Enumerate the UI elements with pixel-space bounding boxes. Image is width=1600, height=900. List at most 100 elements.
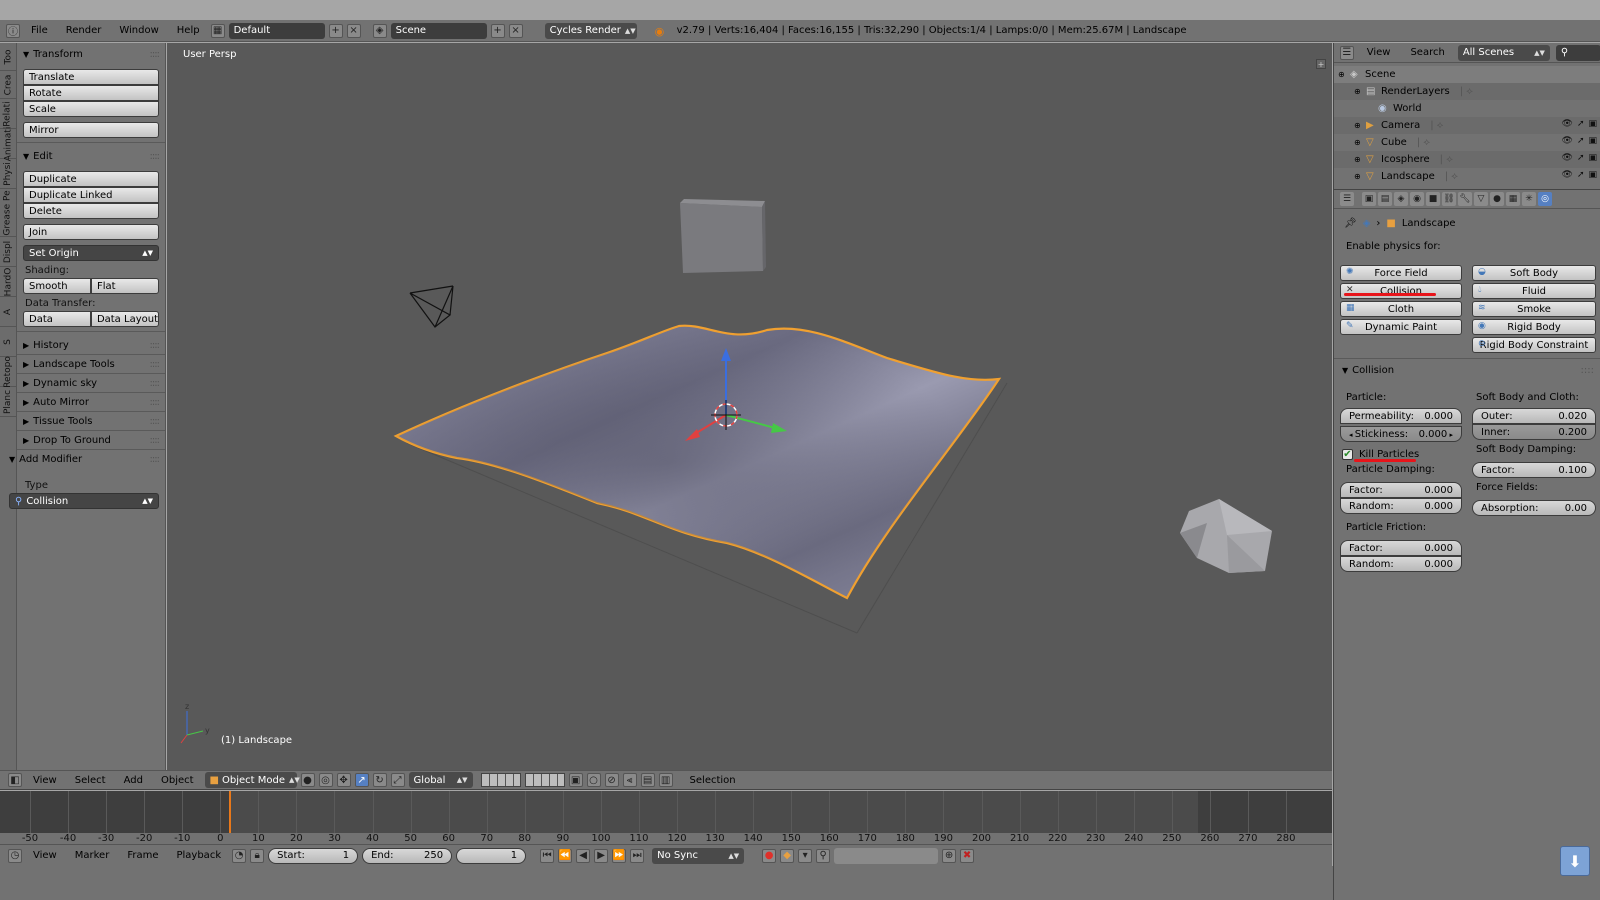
texture-icon[interactable]: ▦ [1506,192,1520,206]
scale-button[interactable]: Scale [23,101,159,117]
menu-help[interactable]: Help [170,25,207,36]
render-layers-icon[interactable]: ▤ [1378,192,1392,206]
keying-set-icon[interactable]: ◆ [780,848,795,863]
drag-grip-icon[interactable]: :::: [150,454,161,465]
layer-buttons-2[interactable] [524,773,565,787]
tool-tab[interactable]: Physi [0,159,16,189]
layer-buttons[interactable] [480,773,521,787]
proportional-edit-icon[interactable]: ○ [586,773,601,787]
tool-tab[interactable]: A [0,297,16,327]
transform-orientation-dropdown[interactable]: Global ▲▼ [408,772,473,788]
editor-type-icon[interactable]: ☰ [1340,192,1354,206]
menu-playback[interactable]: Playback [169,850,228,861]
modifier-type-dropdown[interactable]: ⚲ Collision ▲▼ [9,493,159,509]
sync-dropdown[interactable]: No Sync ▲▼ [652,847,745,864]
menu-marker[interactable]: Marker [68,850,117,861]
constraints-icon[interactable]: ⛓ [1442,192,1456,206]
pin-icon[interactable]: 📌︎ [1344,218,1357,229]
download-arrow-icon[interactable]: ⬇ [1560,846,1590,876]
menu-window[interactable]: Window [112,25,165,36]
panel-header-collapsed[interactable]: ▶ Dynamic sky:::: [17,374,165,393]
tool-tab[interactable]: Crea [0,71,16,99]
pivot-point-icon[interactable]: ◎ [318,773,333,787]
edit-panel-header[interactable]: ▼ Edit :::: [23,147,161,165]
layout-close-icon[interactable]: × [346,23,361,38]
play-reverse-icon[interactable]: ◀ [576,848,591,863]
outliner-menu-view[interactable]: View [1360,47,1398,58]
set-origin-dropdown[interactable]: Set Origin ▲▼ [23,245,159,261]
scene-field[interactable]: Scene [390,22,487,39]
visibility-eye-icon[interactable]: 👁︎ [1562,119,1573,129]
duplicate-linked-button[interactable]: Duplicate Linked [23,187,159,203]
menu-view[interactable]: View [26,775,64,786]
outer-field[interactable]: Outer: 0.020 [1472,408,1596,424]
transform-panel-header[interactable]: ▼ Transform :::: [23,45,160,63]
particle-friction-factor-field[interactable]: Factor: 0.000 [1340,540,1462,556]
outliner-row-camera[interactable]: ⊕ ▶ Camera | ⟡ 👁︎ ➚ ▣ [1334,117,1600,134]
expand-toggle-icon[interactable]: ⊕ [1354,87,1366,96]
smoke-button[interactable]: ≋ Smoke [1472,301,1596,317]
visibility-eye-icon[interactable]: 👁︎ [1562,153,1573,163]
camera-object[interactable] [409,285,454,328]
jump-keyframe-forward-icon[interactable]: ⏩ [612,848,627,863]
lock-layers-icon[interactable]: ▣ [568,773,583,787]
tool-tab[interactable]: Grease Pe [0,189,16,237]
start-frame-field[interactable]: Start: 1 [268,847,359,864]
fluid-button[interactable]: 💧︎ Fluid [1472,283,1596,299]
translate-button[interactable]: Translate [23,69,159,85]
end-frame-field[interactable]: End: 250 [362,847,453,864]
insert-keyframe-icon[interactable]: ⊕ [942,848,957,863]
menu-render[interactable]: Render [59,25,109,36]
increment-arrow-icon[interactable]: ▸ [1447,431,1453,439]
outliner-editor-icon[interactable]: ☰ [1340,45,1354,60]
particle-damping-random-field[interactable]: Random: 0.000 [1340,498,1462,514]
flat-button[interactable]: Flat [91,278,159,294]
scene-close-icon[interactable]: × [508,23,523,38]
object-icon[interactable]: ■ [1426,192,1440,206]
lock-frame-icon[interactable]: 🔒︎ [250,848,265,863]
menu-file[interactable]: File [24,25,55,36]
data-icon[interactable]: ▽ [1474,192,1488,206]
drag-grip-icon[interactable]: :::: [150,359,161,370]
visibility-eye-icon[interactable]: 👁︎ [1562,136,1573,146]
expand-toggle-icon[interactable]: ⊕ [1354,155,1366,164]
scene-add-icon[interactable]: + [490,23,505,38]
snap-target-icon[interactable]: ⫷ [622,773,637,787]
outliner-row-scene[interactable]: ⊕ ◈ Scene [1334,66,1600,83]
absorption-field[interactable]: Absorption: 0.00 [1472,500,1596,516]
drag-grip-icon[interactable]: :::: [150,151,161,162]
join-button[interactable]: Join [23,224,159,240]
visibility-eye-icon[interactable]: 👁︎ [1562,170,1573,180]
particle-damping-factor-field[interactable]: Factor: 0.000 [1340,482,1462,498]
mirror-button[interactable]: Mirror [23,122,159,138]
tool-tab[interactable]: HardO [0,267,16,297]
particles-icon[interactable]: ✳ [1522,192,1536,206]
collision-panel-header[interactable]: ▼ Collision :::: [1342,362,1594,378]
menu-add[interactable]: Add [117,775,150,786]
layout-field[interactable]: Default [228,22,325,39]
tool-tab[interactable]: Displ [0,237,16,267]
material-icon[interactable]: ● [1490,192,1504,206]
delete-button[interactable]: Delete [23,203,159,219]
renderability-camera-icon[interactable]: ▣ [1588,170,1597,180]
soft-body-damping-factor-field[interactable]: Factor: 0.100 [1472,462,1596,478]
current-frame-field[interactable]: 1 [456,847,527,864]
render-engine-dropdown[interactable]: Cycles Render ▲▼ [544,22,637,39]
tool-tab[interactable]: Animati [0,126,16,161]
timeline-editor-icon[interactable]: ◷ [8,848,22,863]
drag-grip-icon[interactable]: :::: [1581,365,1594,376]
add-modifier-panel-header[interactable]: ▼ Add Modifier :::: [9,450,161,468]
outliner-search-input[interactable]: ⚲ [1555,44,1600,61]
icosphere-object[interactable] [1180,499,1272,573]
keying-set-field[interactable] [834,847,939,864]
stickiness-field[interactable]: ◂ Stickiness: 0.000 ▸ [1340,426,1462,442]
jump-keyframe-back-icon[interactable]: ⏪ [558,848,573,863]
play-icon[interactable]: ▶ [594,848,609,863]
permeability-field[interactable]: Permeability: 0.000 [1340,408,1462,424]
renderability-camera-icon[interactable]: ▣ [1588,119,1597,129]
outliner-filter-dropdown[interactable]: All Scenes ▲▼ [1457,44,1550,61]
translate-manipulator-icon[interactable]: ↗ [354,773,369,787]
cloth-button[interactable]: ▦ Cloth [1340,301,1462,317]
rotate-button[interactable]: Rotate [23,85,159,101]
soft-body-button[interactable]: ◒ Soft Body [1472,265,1596,281]
